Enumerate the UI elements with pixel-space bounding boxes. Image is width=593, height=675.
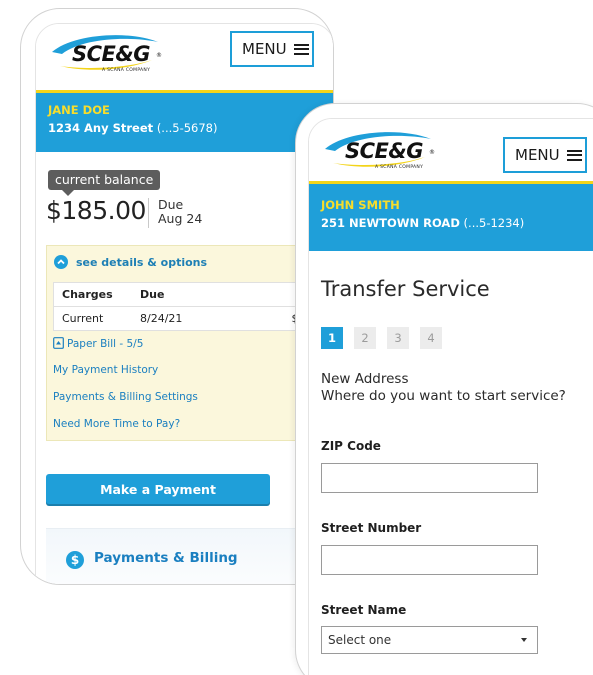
hamburger-icon — [566, 149, 582, 161]
account-address: 251 NEWTOWN ROAD (...5-1234) — [321, 213, 593, 233]
menu-button[interactable]: MENU — [503, 137, 587, 173]
menu-label: MENU — [515, 146, 560, 164]
balance-amount: $185.00 — [46, 196, 146, 225]
charge-type-cell: Current — [53, 306, 132, 331]
step-3[interactable]: 3 — [387, 327, 409, 349]
dollar-circle-icon: $ — [66, 551, 84, 569]
account-street: 251 NEWTOWN ROAD — [321, 216, 460, 230]
brand-logo[interactable]: SCE&G ® A SCANA COMPANY — [48, 32, 168, 78]
payment-history-link[interactable]: My Payment History — [53, 364, 158, 376]
payments-billing-section[interactable]: $ Payments & Billing — [46, 528, 333, 584]
zip-code-label: ZIP Code — [321, 439, 381, 453]
charge-due-cell: 8/24/21 — [132, 306, 230, 331]
account-banner: JANE DOE 1234 Any Street (...5-5678) — [36, 90, 333, 152]
phone-screen-billing: SCE&G ® A SCANA COMPANY MENU JANE DOE 12… — [35, 23, 333, 584]
step-2[interactable]: 2 — [354, 327, 376, 349]
table-header-row: Charges Due — [53, 282, 333, 307]
page-title: Transfer Service — [321, 277, 490, 301]
see-details-label: see details & options — [76, 255, 208, 269]
menu-button[interactable]: MENU — [230, 31, 314, 67]
logo-subtitle: A SCANA COMPANY — [375, 165, 424, 170]
street-number-label: Street Number — [321, 521, 422, 535]
chevron-up-circle-icon — [54, 255, 68, 269]
logo-text: SCE&G — [72, 42, 150, 66]
charges-table: Charges Due Current 8/24/21 $185.00 — [53, 282, 333, 331]
pdf-document-icon — [53, 337, 64, 352]
details-panel: see details & options Charges Due Curren… — [46, 245, 333, 441]
see-details-toggle[interactable]: see details & options — [54, 255, 207, 269]
column-header-due: Due — [132, 282, 230, 307]
street-number-input[interactable] — [321, 545, 538, 575]
stage: SCE&G ® A SCANA COMPANY MENU JANE DOE 12… — [0, 0, 593, 675]
due-divider — [148, 198, 149, 228]
account-holder-name: JANE DOE — [48, 103, 110, 117]
hamburger-icon — [293, 43, 309, 55]
app-header: SCE&G ® A SCANA COMPANY MENU — [309, 119, 593, 181]
phone-mockup-billing: SCE&G ® A SCANA COMPANY MENU JANE DOE 12… — [20, 8, 334, 585]
caret-down-icon — [521, 638, 527, 642]
street-name-select[interactable]: Select one — [321, 626, 538, 654]
prompt-heading: New Address — [321, 371, 409, 387]
step-indicator: 1 2 3 4 — [321, 327, 453, 349]
brand-logo[interactable]: SCE&G ® A SCANA COMPANY — [321, 129, 441, 175]
logo-registered-mark: ® — [429, 149, 435, 156]
zip-code-input[interactable] — [321, 463, 538, 493]
account-number-suffix: (...5-1234) — [463, 216, 525, 230]
table-row: Current 8/24/21 $185.00 — [53, 306, 333, 331]
phone-mockup-transfer: SCE&G ® A SCANA COMPANY MENU JOHN SMITH … — [295, 103, 593, 675]
step-1[interactable]: 1 — [321, 327, 343, 349]
more-time-to-pay-link[interactable]: Need More Time to Pay? — [53, 418, 180, 430]
street-name-label: Street Name — [321, 603, 407, 617]
account-holder-name: JOHN SMITH — [321, 198, 400, 212]
step-4[interactable]: 4 — [420, 327, 442, 349]
column-header-charges: Charges — [53, 282, 132, 307]
prompt-question: Where do you want to start service? — [321, 388, 566, 404]
paper-bill-label: Paper Bill - 5/5 — [67, 338, 144, 350]
logo-text: SCE&G — [345, 139, 423, 163]
account-address: 1234 Any Street (...5-5678) — [48, 118, 322, 138]
current-balance-tooltip: current balance — [48, 170, 161, 196]
make-payment-button[interactable]: Make a Payment — [46, 474, 270, 504]
form-prompt: New Address Where do you want to start s… — [321, 371, 566, 405]
section-title: Payments & Billing — [94, 550, 238, 566]
street-name-selected-value: Select one — [328, 633, 392, 647]
logo-registered-mark: ® — [156, 52, 162, 59]
due-label: Due — [158, 197, 184, 212]
account-number-suffix: (...5-5678) — [156, 121, 218, 135]
billing-settings-link[interactable]: Payments & Billing Settings — [53, 391, 198, 403]
app-header: SCE&G ® A SCANA COMPANY MENU — [36, 24, 333, 90]
paper-bill-link[interactable]: Paper Bill - 5/5 — [53, 337, 143, 352]
account-banner: JOHN SMITH 251 NEWTOWN ROAD (...5-1234) — [309, 181, 593, 251]
logo-subtitle: A SCANA COMPANY — [102, 68, 151, 73]
menu-label: MENU — [242, 40, 287, 58]
phone-screen-transfer: SCE&G ® A SCANA COMPANY MENU JOHN SMITH … — [308, 118, 593, 675]
account-street: 1234 Any Street — [48, 121, 154, 135]
due-date: Aug 24 — [158, 211, 203, 226]
